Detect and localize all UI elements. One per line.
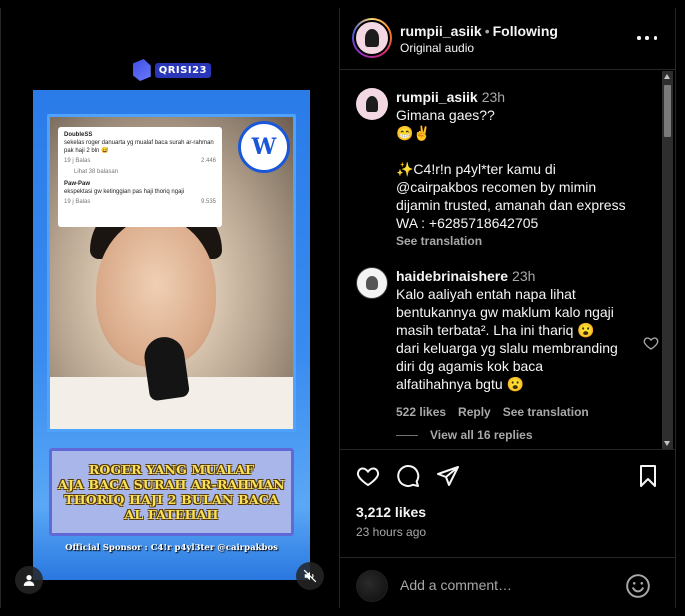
avatar — [356, 570, 388, 602]
add-comment-bar — [340, 557, 675, 608]
scroll-thumb[interactable] — [664, 85, 671, 137]
action-bar: 3,212 likes 23 hours ago — [340, 449, 675, 559]
comment-time[interactable]: 23h — [512, 268, 535, 284]
comment-username[interactable]: rumpii_asiik — [396, 89, 478, 105]
comment-input[interactable] — [400, 568, 610, 602]
headline-line: AJA BACA SURAH AR-RAHMAN — [57, 477, 286, 492]
overlay-comment-card: DoubleSS sekelas roger danuarta yg muala… — [58, 127, 222, 227]
overlay-text-2: ekspektasi gw ketinggian pas haji thoriq… — [64, 189, 185, 195]
overlay-text-1: sekelas roger danuarta yg mualaf baca su… — [64, 140, 214, 154]
speaker-muted-icon — [303, 569, 317, 583]
headline-box: ROGER YANG MUALAF AJA BACA SURAH AR-RAHM… — [49, 448, 294, 536]
see-translation-button[interactable]: See translation — [396, 232, 636, 250]
reel-video[interactable]: DoubleSS sekelas roger danuarta yg muala… — [33, 90, 310, 580]
like-heart-icon[interactable] — [356, 464, 380, 488]
post-timestamp[interactable]: 23 hours ago — [356, 525, 426, 539]
comment-text: Gimana gaes?? 😁✌️ ✨C4!r!n p4yl*ter kamu … — [396, 107, 626, 231]
post-modal: QRISI23 DoubleSS sekelas roger danuarta … — [0, 0, 685, 616]
comment-time[interactable]: 23h — [482, 89, 505, 105]
avatar[interactable] — [352, 18, 392, 58]
mute-button[interactable] — [296, 562, 324, 590]
comment-text: Kalo aaliyah entah napa lihat bentukanny… — [396, 286, 618, 392]
comments-list[interactable]: rumpii_asiik 23h Gimana gaes?? 😁✌️ ✨C4!r!… — [340, 71, 675, 449]
avatar[interactable] — [356, 88, 388, 120]
overlay-meta-2: 19 j Balas — [64, 199, 91, 205]
media-pane[interactable]: QRISI23 DoubleSS sekelas roger danuarta … — [0, 8, 339, 608]
avatar[interactable] — [356, 267, 388, 299]
channel-badge-icon: W — [238, 121, 290, 173]
like-comment-heart-icon[interactable] — [643, 335, 659, 351]
user-icon — [23, 575, 35, 586]
likes-count[interactable]: 3,212 likes — [356, 504, 426, 520]
channel-logo: QRISI23 — [133, 54, 211, 86]
reply-button[interactable]: Reply — [458, 403, 491, 421]
scroll-up-arrow-icon[interactable] — [664, 74, 670, 79]
view-replies-button[interactable]: View all 16 replies — [396, 428, 533, 442]
view-replies-label: View all 16 replies — [430, 428, 533, 442]
post-side-panel: rumpii_asiik • Following Original audio ru… — [339, 8, 676, 608]
overlay-user-2: Paw-Paw — [64, 181, 91, 187]
video-frame: DoubleSS sekelas roger danuarta yg muala… — [47, 114, 296, 432]
scroll-down-arrow-icon[interactable] — [664, 441, 670, 446]
avatar-image — [354, 20, 390, 56]
sponsor-text: Official Sponsor : C4!r p4yl3ter @cairpa… — [65, 543, 278, 553]
header-username[interactable]: rumpii_asiik — [400, 23, 482, 39]
more-options-button[interactable] — [637, 30, 657, 46]
emoji-picker-icon[interactable] — [625, 573, 651, 599]
save-bookmark-icon[interactable] — [636, 464, 660, 488]
tagged-users-button[interactable] — [15, 566, 43, 594]
overlay-likes-1: 2.446 — [200, 158, 216, 164]
see-translation-button[interactable]: See translation — [503, 403, 589, 421]
comment-username[interactable]: haidebrinaishere — [396, 268, 508, 284]
headline-line: THORIQ HAJI 2 BULAN BACA — [64, 492, 279, 507]
comment-likes[interactable]: 522 likes — [396, 403, 446, 421]
share-send-icon[interactable] — [436, 464, 460, 488]
overlay-likes-2: 9.535 — [200, 199, 216, 205]
following-button[interactable]: Following — [493, 23, 558, 39]
comments-scrollbar[interactable] — [662, 71, 673, 449]
post-header: rumpii_asiik • Following Original audio — [340, 8, 675, 70]
logo-text: QRISI23 — [154, 62, 211, 78]
headline-line: ROGER YANG MUALAF — [88, 462, 255, 477]
comment-bubble-icon[interactable] — [396, 464, 420, 488]
header-separator: • — [484, 23, 490, 39]
overlay-user-1: DoubleSS — [64, 132, 93, 138]
overlay-view-replies: Lihat 38 balasan — [74, 169, 119, 175]
logo-mark-icon — [133, 59, 151, 81]
headline-line: AL FATEHAH — [124, 507, 219, 522]
overlay-meta-1: 19 j Balas — [64, 158, 91, 164]
audio-link[interactable]: Original audio — [400, 41, 474, 55]
